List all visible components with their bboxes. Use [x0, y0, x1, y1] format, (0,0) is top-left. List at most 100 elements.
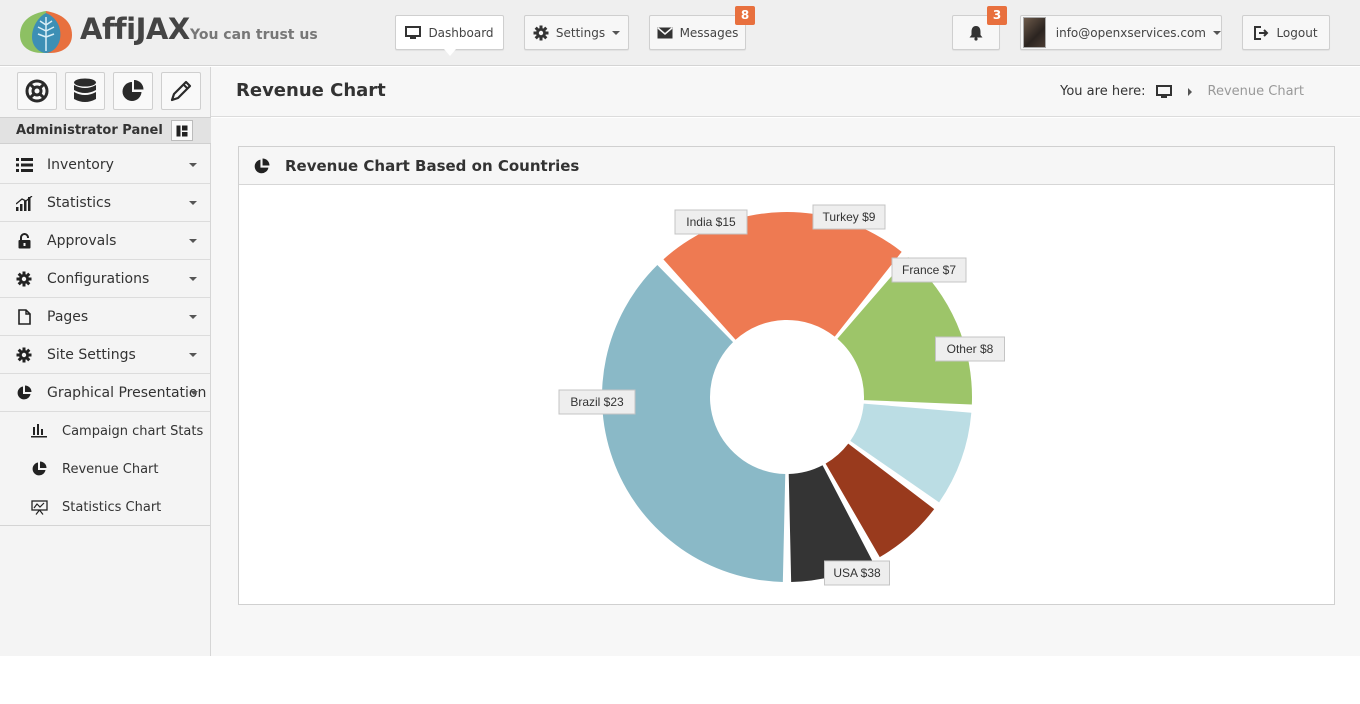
- unlock-icon: [15, 232, 33, 250]
- bell-icon: [969, 25, 983, 41]
- chevron-down-icon: [1213, 30, 1221, 35]
- gear-icon: [15, 346, 33, 364]
- user-email: info@openxservices.com: [1055, 25, 1206, 40]
- data-label-brazil: Brazil $23: [558, 389, 636, 415]
- data-label-text: Turkey $9: [823, 210, 876, 224]
- chevron-down-icon: [612, 30, 621, 35]
- data-label-text: India $15: [686, 215, 736, 229]
- sidebar-item-statistics[interactable]: Statistics: [0, 184, 210, 222]
- chevron-down-icon: [189, 239, 197, 243]
- logout-button[interactable]: Logout: [1242, 15, 1330, 50]
- submenu-item-statistics-chart[interactable]: Statistics Chart: [0, 488, 210, 526]
- support-shortcut-button[interactable]: [17, 72, 57, 110]
- file-icon: [15, 308, 33, 326]
- shortcut-buttons: [17, 72, 201, 110]
- sidebar-toggle-button[interactable]: [171, 120, 193, 141]
- data-label-france: France $7: [891, 257, 967, 283]
- data-label-text: USA $38: [833, 566, 881, 580]
- revenue-chart-widget: Revenue Chart Based on Countries USA $38…: [238, 146, 1335, 605]
- messages-button[interactable]: Messages 8: [649, 6, 755, 50]
- logout-icon: [1254, 25, 1269, 40]
- data-label-text: France $7: [902, 263, 956, 277]
- data-label-text: Other $8: [947, 342, 994, 356]
- pie-chart-icon: [15, 384, 33, 402]
- sidebar-item-label: Approvals: [47, 233, 117, 249]
- admin-panel-title: Administrator Panel: [16, 123, 163, 138]
- breadcrumb-separator-icon: [1187, 87, 1192, 96]
- database-shortcut-button[interactable]: [65, 72, 105, 110]
- presentation-chart-icon: [30, 499, 48, 515]
- submenu-divider: [0, 525, 210, 526]
- chart-shortcut-button[interactable]: [113, 72, 153, 110]
- sidebar-item-graphical-presentation[interactable]: Graphical Presentation: [0, 374, 210, 412]
- data-label-india: India $15: [674, 209, 748, 235]
- sidebar-item-label: Pages: [47, 309, 89, 325]
- sidebar-item-pages[interactable]: Pages: [0, 298, 210, 336]
- layout-icon: [176, 125, 188, 136]
- data-label-text: Brazil $23: [570, 395, 624, 409]
- monitor-icon[interactable]: [1155, 84, 1172, 99]
- chevron-down-icon: [189, 277, 197, 281]
- sidebar-item-site-settings[interactable]: Site Settings: [0, 336, 210, 374]
- avatar: [1023, 17, 1046, 48]
- active-pointer: [443, 49, 456, 56]
- user-menu-button[interactable]: info@openxservices.com: [1020, 15, 1222, 50]
- logout-label: Logout: [1276, 25, 1318, 40]
- pie-chart-icon: [30, 461, 48, 477]
- submenu-item-label: Campaign chart Stats: [62, 424, 204, 439]
- settings-label: Settings: [555, 25, 606, 40]
- notifications-count-badge: 3: [987, 6, 1007, 25]
- data-label-other: Other $8: [935, 336, 1005, 362]
- monitor-icon: [405, 25, 422, 39]
- sidebar: Administrator Panel Inventory Statistics…: [0, 67, 211, 656]
- top-navbar: AffiJAX You can trust us Dashboard Setti…: [0, 0, 1360, 66]
- envelope-icon: [657, 26, 673, 38]
- notifications-button[interactable]: 3: [952, 6, 1007, 50]
- admin-panel-header: Administrator Panel: [0, 117, 211, 144]
- sidebar-item-configurations[interactable]: Configurations: [0, 260, 210, 298]
- dashboard-label: Dashboard: [428, 25, 494, 40]
- brand-name[interactable]: AffiJAX: [80, 12, 190, 46]
- data-label-turkey: Turkey $9: [812, 204, 886, 230]
- life-ring-icon: [25, 79, 49, 103]
- list-icon: [15, 156, 33, 174]
- sidebar-item-label: Statistics: [47, 195, 111, 211]
- sidebar-item-label: Graphical Presentation: [47, 385, 207, 401]
- sidebar-menu: Inventory Statistics Approvals Configura…: [0, 146, 210, 526]
- chevron-down-icon: [189, 201, 197, 205]
- bar-chart-icon: [30, 423, 48, 439]
- gear-icon: [15, 270, 33, 288]
- breadcrumb: You are here: Revenue Chart: [1060, 84, 1304, 99]
- affijax-logo-icon[interactable]: [18, 7, 74, 55]
- sidebar-item-label: Site Settings: [47, 347, 136, 363]
- sidebar-item-approvals[interactable]: Approvals: [0, 222, 210, 260]
- sidebar-item-inventory[interactable]: Inventory: [0, 146, 210, 184]
- chevron-down-icon: [190, 391, 198, 395]
- brand-tagline: You can trust us: [190, 27, 318, 43]
- chevron-down-icon: [189, 353, 197, 357]
- messages-count-badge: 8: [735, 6, 755, 25]
- breadcrumb-prefix: You are here:: [1060, 84, 1146, 99]
- pencil-icon: [170, 80, 192, 102]
- sidebar-item-label: Configurations: [47, 271, 150, 287]
- signal-bars-icon: [15, 194, 33, 212]
- edit-shortcut-button[interactable]: [161, 72, 201, 110]
- submenu-item-label: Statistics Chart: [62, 500, 162, 515]
- revenue-donut-chart: USA $38 Brazil $23 India $15 Turkey $9 Franc…: [558, 204, 1005, 586]
- submenu-item-revenue-chart[interactable]: Revenue Chart: [0, 450, 210, 488]
- database-icon: [74, 78, 96, 102]
- dashboard-button[interactable]: Dashboard: [395, 15, 504, 56]
- submenu-item-label: Revenue Chart: [62, 462, 159, 477]
- chevron-down-icon: [189, 163, 197, 167]
- settings-button[interactable]: Settings: [524, 15, 629, 50]
- data-label-usa: USA $38: [824, 560, 890, 586]
- gear-icon: [533, 25, 549, 40]
- graphical-presentation-submenu: Campaign chart Stats Revenue Chart Stati…: [0, 412, 210, 526]
- breadcrumb-current: Revenue Chart: [1207, 84, 1304, 99]
- sidebar-item-label: Inventory: [47, 157, 114, 173]
- page-header: Revenue Chart You are here: Revenue Char…: [211, 67, 1360, 117]
- page-title: Revenue Chart: [236, 80, 386, 101]
- submenu-item-campaign-chart-stats[interactable]: Campaign chart Stats: [0, 412, 210, 450]
- messages-label: Messages: [679, 25, 739, 40]
- chevron-down-icon: [189, 315, 197, 319]
